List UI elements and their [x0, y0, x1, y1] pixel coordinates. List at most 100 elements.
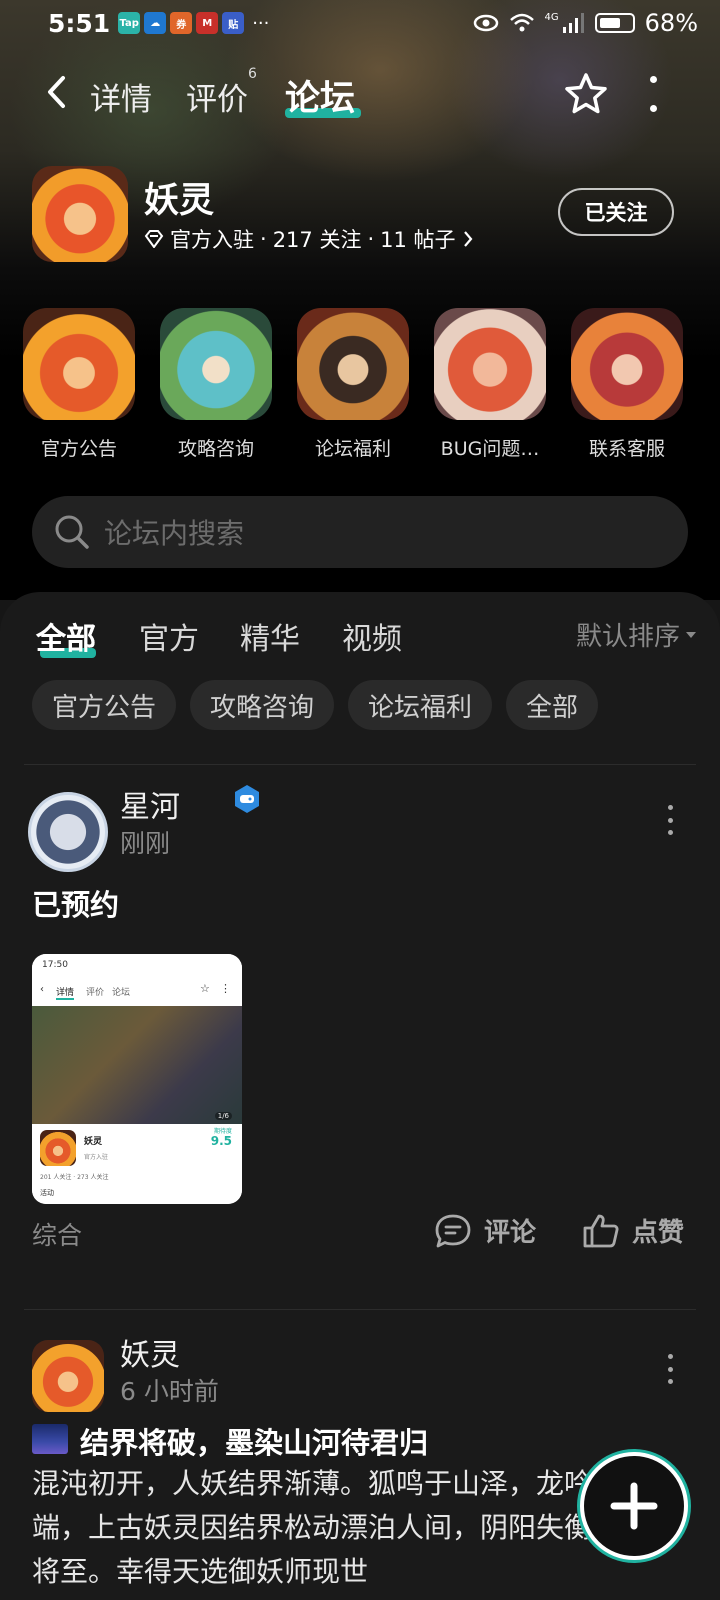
thumb-game-icon	[40, 1130, 76, 1166]
thumb-official: 官方入驻	[84, 1154, 109, 1161]
night-sky-emoji-icon	[32, 1424, 68, 1454]
chip-all[interactable]: 全部	[506, 680, 599, 730]
sort-label: 默认排序	[575, 622, 680, 652]
status-bar: 5:51 Tap ☁ 券 M 贴 ··· 4G 68%	[0, 0, 720, 46]
tab-forum[interactable]: 论坛	[285, 70, 355, 121]
chip-welfare[interactable]: 论坛福利	[348, 680, 493, 730]
shortcut-label: 攻略咨询	[177, 438, 254, 460]
post-title[interactable]: 结界将破，墨染山河待君归	[80, 1420, 428, 1462]
sort-dropdown[interactable]: 默认排序	[576, 616, 696, 653]
battery-level: 68%	[644, 9, 698, 37]
back-button[interactable]	[36, 72, 76, 112]
favorite-button[interactable]	[562, 70, 610, 118]
like-button[interactable]: 点赞	[582, 1212, 684, 1249]
top-nav: 详情 评价 6 论坛	[0, 62, 720, 124]
create-post-button[interactable]	[580, 1452, 688, 1560]
post-count: 11 帖子	[380, 228, 456, 252]
forum-feed: 全部 全部 官方 精华 视频 默认排序 官方公告 攻略咨询 论坛福利 全部 星河…	[0, 592, 720, 1600]
wifi-icon	[509, 13, 534, 32]
mail-notification-icon: M	[196, 12, 219, 34]
thumb-header: 17:50 ‹ 详情 评价 论坛 ☆ ⋮	[32, 954, 242, 1006]
thumb-game-info: 妖灵 官方入驻 期待度 9.5 201 人关注 · 273 人关注 活动	[32, 1124, 242, 1204]
thumb-back-icon: ‹	[40, 984, 44, 995]
comment-icon	[435, 1214, 471, 1247]
follow-button[interactable]: 已关注	[558, 188, 674, 236]
shortcut-announcements[interactable]: 官方公告	[23, 308, 135, 461]
plus-icon	[610, 1482, 658, 1530]
shortcut-guides[interactable]: 攻略咨询	[160, 308, 272, 461]
thumb-stats: 201 人关注 · 273 人关注	[40, 1174, 109, 1181]
tieba-notification-icon: 贴	[222, 12, 245, 34]
thumb-score: 9.5	[210, 1134, 232, 1148]
thumb-tab-reviews: 评价	[86, 988, 105, 998]
feed-tabs: 全部 全部 官方 精华 视频 默认排序	[36, 614, 696, 666]
thumb-activity: 活动	[40, 1189, 54, 1197]
guides-image	[160, 308, 272, 420]
forum-shortcuts: 官方公告 攻略咨询 论坛福利 BUG问题… 联系客服	[0, 308, 720, 468]
tab-reviews[interactable]: 评价	[186, 74, 248, 119]
comment-button[interactable]: 评论	[434, 1212, 536, 1249]
shortcut-customer-service[interactable]: 联系客服	[571, 308, 683, 461]
post-author[interactable]: 星河	[120, 782, 180, 826]
post-image[interactable]: 17:50 ‹ 详情 评价 论坛 ☆ ⋮ 1/6 妖灵 官方入驻 期待度 9.5…	[32, 954, 242, 1204]
thumb-more-icon: ⋮	[220, 982, 231, 995]
post-time: 6 小时前	[120, 1377, 219, 1406]
thumb-tab-details: 详情	[56, 985, 75, 1000]
diamond-icon	[144, 230, 164, 248]
post-more-button[interactable]	[666, 1354, 674, 1384]
caret-down-icon	[686, 631, 696, 638]
game-icon[interactable]	[32, 166, 128, 262]
thumb-tab-forum: 论坛	[112, 988, 131, 998]
network-type: 4G	[544, 11, 559, 23]
search-icon	[55, 515, 89, 549]
divider	[24, 764, 696, 765]
comment-label: 评论	[484, 1218, 537, 1248]
reviews-count-badge: 6	[248, 66, 257, 82]
thumbs-up-icon	[583, 1214, 619, 1247]
customer-service-image	[571, 308, 683, 420]
search-placeholder: 论坛内搜索	[104, 517, 245, 550]
more-notifications-icon: ···	[252, 12, 270, 34]
forum-search-input[interactable]: 论坛内搜索	[32, 496, 688, 568]
star-icon	[565, 73, 607, 114]
bug-reports-image	[434, 308, 546, 420]
shortcut-label: 联系客服	[588, 438, 665, 460]
taptap-notification-icon: Tap	[118, 12, 141, 34]
feed-tab-featured[interactable]: 精华	[240, 614, 300, 658]
thumb-banner-art: 1/6	[32, 1006, 242, 1124]
official-label: 官方入驻	[170, 228, 254, 252]
divider	[24, 1309, 696, 1310]
shortcut-label: BUG问题…	[440, 438, 540, 460]
signal-icon	[562, 13, 584, 33]
tab-details[interactable]: 详情	[90, 74, 152, 119]
post-title[interactable]: 已预约	[32, 882, 119, 924]
feed-tab-videos[interactable]: 视频	[342, 614, 402, 658]
chevron-right-icon	[463, 231, 472, 247]
feed-tab-all-label: 全部	[36, 622, 96, 657]
shortcut-bug-reports[interactable]: BUG问题…	[434, 308, 546, 461]
follow-count: 217 关注	[272, 228, 362, 252]
welfare-image	[297, 308, 409, 420]
battery-icon	[594, 13, 635, 33]
chip-guides[interactable]: 攻略咨询	[190, 680, 335, 730]
chip-announcements[interactable]: 官方公告	[32, 680, 177, 730]
shortcut-label: 官方公告	[40, 438, 117, 460]
shortcut-label: 论坛福利	[314, 438, 391, 460]
announcements-image	[23, 308, 135, 420]
gamepad-badge-icon	[235, 785, 259, 813]
post-author[interactable]: 妖灵	[120, 1330, 180, 1374]
post-more-button[interactable]	[666, 805, 674, 835]
chevron-left-icon	[48, 76, 65, 108]
post-time: 刚刚	[120, 829, 171, 858]
feed-tab-official[interactable]: 官方	[139, 614, 199, 658]
author-avatar[interactable]	[28, 792, 108, 872]
post-category[interactable]: 综合	[32, 1216, 82, 1252]
thumb-game-name: 妖灵	[84, 1137, 103, 1147]
game-meta[interactable]: 官方入驻 · 217 关注 · 11 帖子	[144, 224, 474, 254]
game-name: 妖灵	[144, 181, 215, 221]
author-avatar[interactable]	[32, 1340, 104, 1412]
thumb-time: 17:50	[42, 960, 68, 970]
notification-icons: Tap ☁ 券 M 贴 ···	[118, 12, 269, 34]
more-options-button[interactable]	[646, 76, 660, 112]
shortcut-welfare[interactable]: 论坛福利	[297, 308, 409, 461]
